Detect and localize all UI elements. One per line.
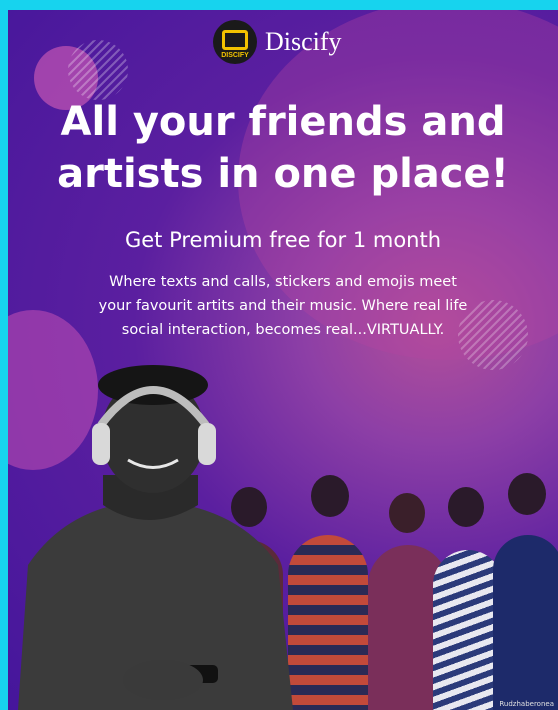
logo-badge-text: DISCIFY	[221, 51, 249, 59]
description-line2: your favourit artits and their music. Wh…	[98, 298, 468, 314]
photo-watermark: Rudzhaberonea	[499, 700, 554, 708]
headline: All your friends and artists in one plac…	[8, 96, 558, 200]
subheadline: Get Premium free for 1 month	[124, 228, 442, 252]
headline-line1: All your friends and	[60, 99, 506, 145]
description: Where texts and calls, stickers and emoj…	[88, 270, 478, 342]
brand-logo[interactable]: DISCIFY Discify	[213, 20, 342, 64]
decorative-stripes	[68, 40, 128, 100]
brand-name: Discify	[265, 27, 342, 56]
man-with-headphones-photo	[18, 365, 293, 710]
description-line1: Where texts and calls, stickers and emoj…	[109, 274, 457, 290]
discify-logo-icon: DISCIFY	[213, 20, 257, 64]
headline-line2: artists in one place!	[57, 151, 509, 197]
promo-banner: DISCIFY Discify All your friends and art…	[8, 10, 558, 710]
description-line3: social interaction, becomes real...VIRTU…	[121, 322, 445, 338]
